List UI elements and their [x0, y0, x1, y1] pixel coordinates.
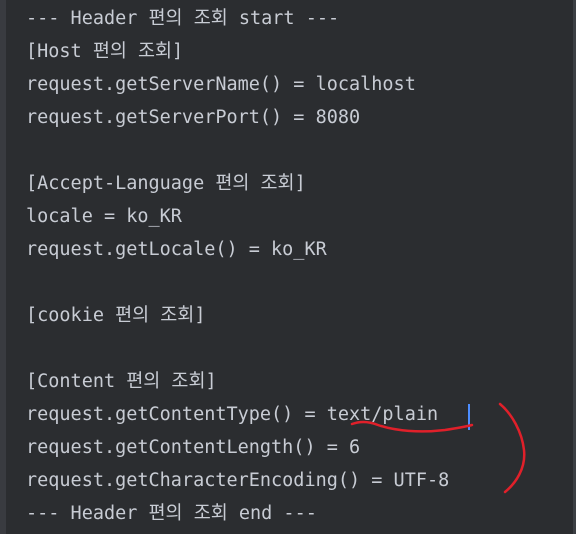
console-line-header-start: --- Header 편의 조회 start --- [26, 8, 340, 29]
console-line-header-end: --- Header 편의 조회 end --- [26, 503, 317, 524]
console-line-host-section: [Host 편의 조회] [26, 41, 184, 62]
console-line-locale: locale = ko_KR [26, 206, 182, 227]
text-caret [468, 404, 470, 430]
console-line-get-locale: request.getLocale() = ko_KR [26, 239, 327, 260]
console-line-content-length: request.getContentLength() = 6 [26, 437, 361, 458]
console-line-accept-language-section: [Accept-Language 편의 조회] [26, 173, 306, 194]
console-line-content-section: [Content 편의 조회] [26, 371, 217, 392]
console-line-server-name: request.getServerName() = localhost [26, 74, 416, 95]
console-line-character-encoding: request.getCharacterEncoding() = UTF-8 [26, 470, 450, 491]
left-gutter [0, 0, 6, 534]
console-line-cookie-section: [cookie 편의 조회] [26, 305, 206, 326]
console-output[interactable]: --- Header 편의 조회 start --- [Host 편의 조회] … [0, 0, 576, 534]
console-line-server-port: request.getServerPort() = 8080 [26, 107, 361, 128]
bracket-mark [498, 402, 526, 494]
console-line-content-type: request.getContentType() = text/plain [26, 404, 439, 425]
